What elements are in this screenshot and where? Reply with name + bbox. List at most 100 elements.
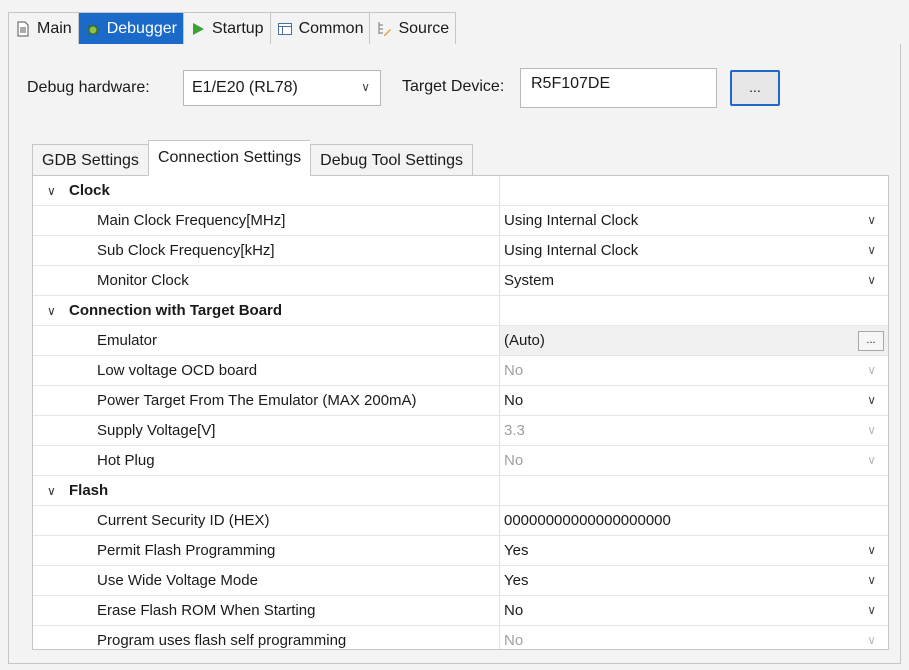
property-value-select[interactable]: System ∨ — [500, 266, 888, 295]
property-value-select: No ∨ — [500, 626, 888, 649]
property-value: (Auto) — [504, 332, 545, 349]
tab-gdb-settings[interactable]: GDB Settings — [32, 144, 148, 176]
property-row: Power Target From The Emulator (MAX 200m… — [33, 386, 888, 416]
bug-icon — [85, 21, 101, 37]
property-name: Low voltage OCD board — [33, 356, 500, 385]
category-flash[interactable]: ∨ Flash — [33, 476, 888, 506]
tab-connection-settings[interactable]: Connection Settings — [147, 140, 311, 176]
target-device-label: Target Device: — [402, 78, 505, 95]
tab-startup-label: Startup — [211, 19, 264, 37]
property-value-select[interactable]: Yes ∨ — [500, 536, 888, 565]
property-value: No — [504, 362, 524, 379]
property-row: Emulator (Auto)... — [33, 326, 888, 356]
tab-source-label: Source — [398, 19, 450, 37]
property-row: Low voltage OCD board No ∨ — [33, 356, 888, 386]
property-value-field[interactable]: 00000000000000000000 — [500, 506, 888, 535]
property-row: Current Security ID (HEX) 00000000000000… — [33, 506, 888, 536]
property-name: Permit Flash Programming — [33, 536, 500, 565]
property-name: Current Security ID (HEX) — [33, 506, 500, 535]
property-row: Main Clock Frequency[MHz] Using Internal… — [33, 206, 888, 236]
property-value-select: No ∨ — [500, 446, 888, 475]
property-value-select: No ∨ — [500, 356, 888, 385]
connection-tabs: GDB Settings Connection Settings Debug T… — [32, 140, 474, 176]
tab-common[interactable]: Common — [269, 12, 370, 44]
property-name: Use Wide Voltage Mode — [33, 566, 500, 595]
property-row: Supply Voltage[V] 3.3 ∨ — [33, 416, 888, 446]
property-name: Sub Clock Frequency[kHz] — [33, 236, 500, 265]
property-value-select: 3.3 ∨ — [500, 416, 888, 445]
chevron-down-icon: ∨ — [867, 543, 876, 557]
property-value: No — [504, 392, 524, 409]
chevron-down-icon: ∨ — [867, 363, 876, 377]
property-value: Using Internal Clock — [504, 212, 639, 229]
chevron-down-icon: ∨ — [867, 273, 876, 287]
property-value-select[interactable]: No ∨ — [500, 386, 888, 415]
property-value-select[interactable]: No ∨ — [500, 596, 888, 625]
debug-hardware-select[interactable]: E1/E20 (RL78) ∨ — [183, 70, 381, 106]
chevron-down-icon: ∨ — [47, 183, 56, 198]
property-row: Erase Flash ROM When Starting No ∨ — [33, 596, 888, 626]
property-value-field[interactable]: (Auto)... — [500, 326, 888, 355]
play-icon — [190, 21, 206, 37]
property-value-select[interactable]: Using Internal Clock ∨ — [500, 236, 888, 265]
chevron-down-icon: ∨ — [47, 483, 56, 498]
chevron-down-icon: ∨ — [867, 213, 876, 227]
property-name: Main Clock Frequency[MHz] — [33, 206, 500, 235]
chevron-down-icon: ∨ — [867, 603, 876, 617]
property-value: No — [504, 632, 524, 649]
property-value: Yes — [504, 542, 529, 559]
chevron-down-icon: ∨ — [867, 453, 876, 467]
property-row: Permit Flash Programming Yes ∨ — [33, 536, 888, 566]
property-row: Monitor Clock System ∨ — [33, 266, 888, 296]
chevron-down-icon: ∨ — [867, 393, 876, 407]
chevron-down-icon: ∨ — [867, 243, 876, 257]
tab-debugger-label: Debugger — [106, 19, 177, 37]
tab-debug-tool-settings[interactable]: Debug Tool Settings — [310, 144, 474, 176]
tab-main[interactable]: Main — [8, 12, 78, 44]
property-row: Sub Clock Frequency[kHz] Using Internal … — [33, 236, 888, 266]
tab-debugger[interactable]: Debugger — [77, 12, 183, 44]
category-connection[interactable]: ∨ Connection with Target Board — [33, 296, 888, 326]
tab-main-label: Main — [37, 19, 72, 37]
chevron-down-icon: ∨ — [47, 303, 56, 318]
category-label: Flash — [69, 482, 109, 499]
property-name: Program uses flash self programming — [33, 626, 500, 649]
tab-common-label: Common — [298, 19, 364, 37]
property-value-select[interactable]: Yes ∨ — [500, 566, 888, 595]
property-name: Monitor Clock — [33, 266, 500, 295]
property-row: Hot Plug No ∨ — [33, 446, 888, 476]
source-icon — [376, 21, 392, 37]
category-label: Connection with Target Board — [69, 302, 283, 319]
chevron-down-icon: ∨ — [361, 80, 370, 94]
property-row: Use Wide Voltage Mode Yes ∨ — [33, 566, 888, 596]
tab-source[interactable]: Source — [369, 12, 457, 44]
property-name: Supply Voltage[V] — [33, 416, 500, 445]
property-value: 00000000000000000000 — [504, 512, 671, 529]
property-name: Emulator — [33, 326, 500, 355]
chevron-down-icon: ∨ — [867, 423, 876, 437]
property-grid: ∨ Clock Main Clock Frequency[MHz] Using I… — [32, 175, 889, 650]
property-value: No — [504, 602, 524, 619]
debug-hardware-value: E1/E20 (RL78) — [192, 79, 298, 96]
property-value: Using Internal Clock — [504, 242, 639, 259]
document-icon — [15, 21, 31, 37]
debug-hardware-label: Debug hardware: — [27, 79, 150, 96]
chevron-down-icon: ∨ — [867, 573, 876, 587]
tab-startup[interactable]: Startup — [182, 12, 270, 44]
property-value: 3.3 — [504, 422, 525, 439]
property-row: Program uses flash self programming No ∨ — [33, 626, 888, 649]
property-name: Erase Flash ROM When Starting — [33, 596, 500, 625]
chevron-down-icon: ∨ — [867, 633, 876, 647]
browse-device-button[interactable]: ... — [730, 70, 780, 106]
property-value-select[interactable]: Using Internal Clock ∨ — [500, 206, 888, 235]
target-device-field[interactable]: R5F107DE — [520, 68, 717, 108]
table-icon — [277, 21, 293, 37]
property-value: No — [504, 452, 524, 469]
emulator-browse-button[interactable]: ... — [858, 331, 884, 351]
debug-hardware-row: Debug hardware: — [27, 68, 150, 108]
property-value: Yes — [504, 572, 529, 589]
category-clock[interactable]: ∨ Clock — [33, 176, 888, 206]
property-name: Hot Plug — [33, 446, 500, 475]
launch-config-tabs: Main Debugger Startup Common Source — [8, 12, 457, 44]
property-value: System — [504, 272, 555, 289]
